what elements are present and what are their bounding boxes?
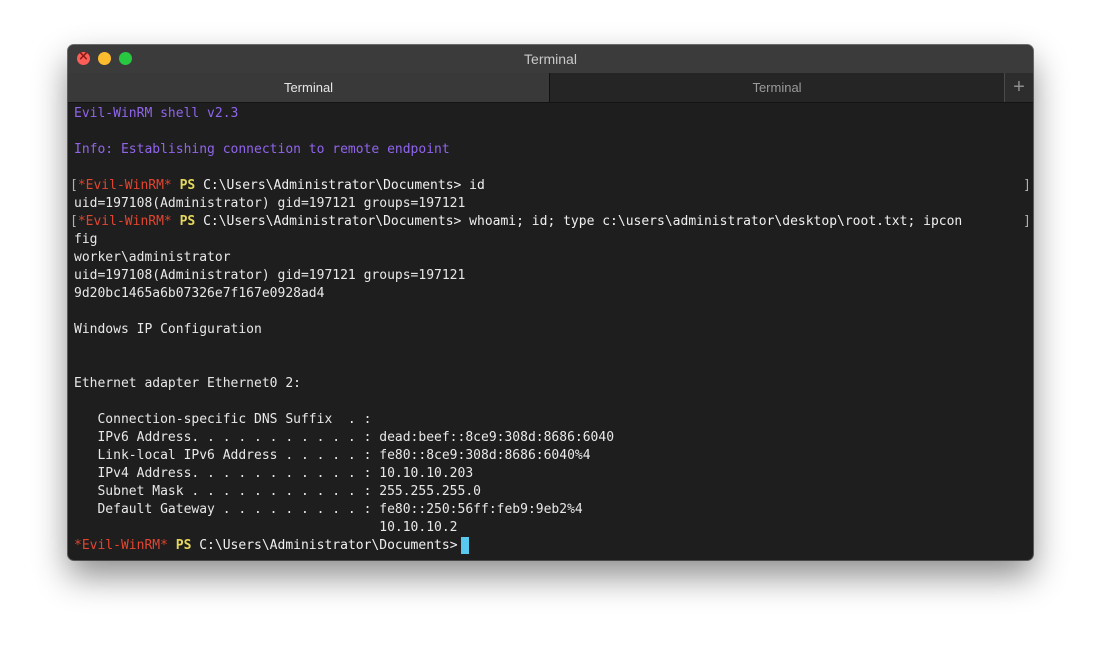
tab-bar: Terminal Terminal +: [68, 73, 1033, 103]
prompt-path: C:\Users\Administrator\Documents>: [203, 178, 462, 193]
prompt-line-2: [*Evil-WinRM* PS C:\Users\Administrator\…: [70, 213, 1033, 231]
output-line: 10.10.10.2: [74, 520, 458, 535]
command-2-wrap: fig: [74, 232, 98, 247]
output-line: uid=197108(Administrator) gid=197121 gro…: [74, 268, 466, 283]
tab-terminal-1[interactable]: Terminal: [68, 73, 549, 102]
prompt-name: *Evil-WinRM*: [74, 538, 168, 553]
output-line: worker\administrator: [74, 250, 231, 265]
output-line: IPv6 Address. . . . . . . . . . . : dead…: [74, 430, 615, 445]
banner-line: Evil-WinRM shell v2.3: [74, 106, 239, 121]
minimize-window-icon[interactable]: [98, 52, 111, 65]
title-bar[interactable]: Terminal: [68, 45, 1033, 73]
info-line: Info: Establishing connection to remote …: [74, 142, 450, 157]
output-line: Subnet Mask . . . . . . . . . . . : 255.…: [74, 484, 481, 499]
output-line: Ethernet adapter Ethernet0 2:: [74, 376, 301, 391]
output-line: 9d20bc1465a6b07326e7f167e0928ad4: [74, 286, 325, 301]
window-controls: [77, 49, 132, 65]
output-line: Connection-specific DNS Suffix . :: [74, 412, 372, 427]
add-tab-button[interactable]: +: [1004, 73, 1033, 102]
output-line: Link-local IPv6 Address . . . . . : fe80…: [74, 448, 591, 463]
tab-terminal-2[interactable]: Terminal: [549, 73, 1004, 102]
prompt-open-bracket: [: [70, 178, 78, 193]
command-1: id: [469, 178, 485, 193]
prompt-path: C:\Users\Administrator\Documents>: [203, 214, 462, 229]
terminal-output[interactable]: Evil-WinRM shell v2.3 Info: Establishing…: [68, 103, 1033, 560]
prompt-line-current: *Evil-WinRM* PS C:\Users\Administrator\D…: [74, 537, 469, 555]
prompt-name: *Evil-WinRM*: [77, 178, 172, 193]
prompt-name: *Evil-WinRM*: [77, 214, 172, 229]
prompt-ps: PS: [175, 538, 192, 553]
prompt-path: C:\Users\Administrator\Documents>: [199, 538, 458, 553]
prompt-line-1: [*Evil-WinRM* PS C:\Users\Administrator\…: [70, 177, 1033, 195]
command-2: whoami; id; type c:\users\administrator\…: [469, 214, 963, 229]
prompt-close-bracket: ]: [1023, 214, 1031, 229]
prompt-ps: PS: [179, 214, 196, 229]
maximize-window-icon[interactable]: [119, 52, 132, 65]
terminal-window: Terminal Terminal Terminal + Evil-WinRM …: [68, 45, 1033, 560]
output-line: Default Gateway . . . . . . . . . : fe80…: [74, 502, 583, 517]
prompt-open-bracket: [: [70, 214, 78, 229]
prompt-close-bracket: ]: [1023, 178, 1031, 193]
close-window-icon[interactable]: [77, 49, 90, 65]
text-cursor[interactable]: [460, 537, 469, 554]
window-title: Terminal: [524, 51, 577, 67]
output-line-1: uid=197108(Administrator) gid=197121 gro…: [74, 196, 466, 211]
prompt-ps: PS: [179, 178, 196, 193]
output-line: Windows IP Configuration: [74, 322, 262, 337]
output-line: IPv4 Address. . . . . . . . . . . : 10.1…: [74, 466, 474, 481]
